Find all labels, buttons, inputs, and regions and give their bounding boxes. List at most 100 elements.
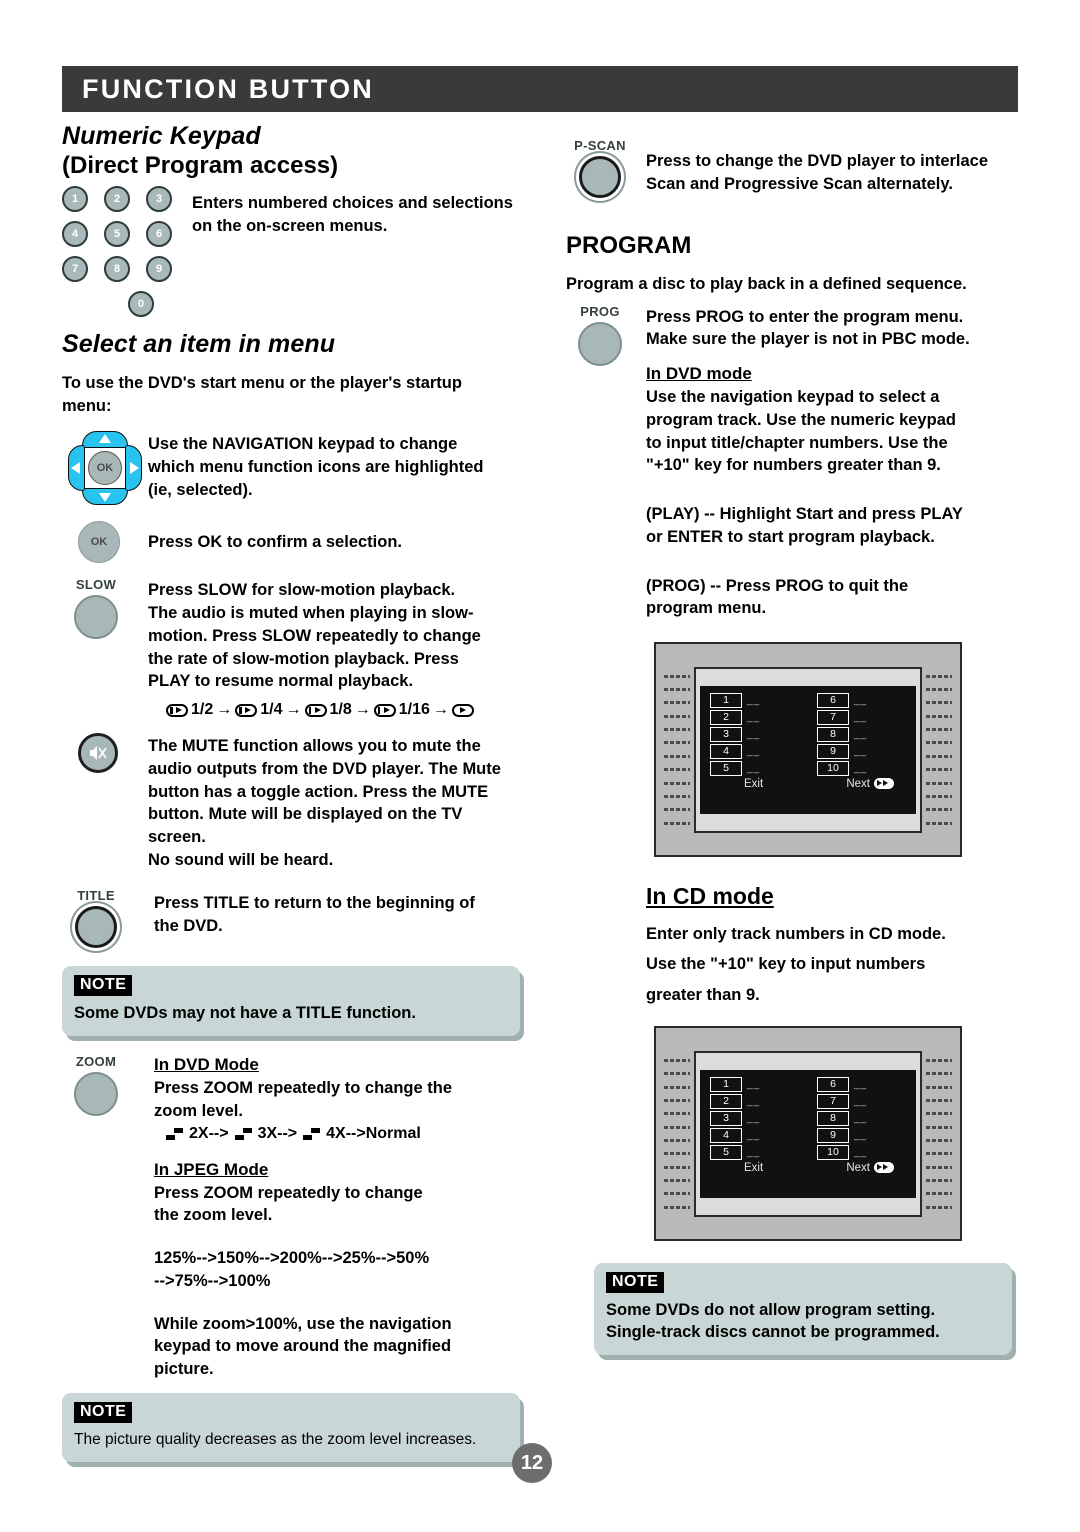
pscan-text-line1: Press to change the DVD player to interl… — [646, 152, 989, 170]
ok-button-icon: OK — [78, 521, 120, 564]
navigation-text-line2: which menu function icons are highlighte… — [148, 458, 484, 477]
program-dvd-line3: to input title/chapter numbers. Use the — [646, 433, 948, 452]
zoom-dvd-line1: Press ZOOM repeatedly to change the — [154, 1079, 452, 1098]
slow-rate-4: 1/16 — [398, 701, 430, 719]
mute-text-line4: button. Mute will be displayed on the TV — [148, 805, 463, 824]
slow-motion-icon-2 — [235, 703, 258, 717]
zoom-nav-line2: keypad to move around the magnified — [154, 1337, 452, 1356]
slot-value: __ — [747, 1112, 761, 1124]
navigation-text-line3: (ie, selected). — [148, 480, 253, 499]
ok-button-row: OK Press OK to confirm a selection. — [62, 521, 532, 564]
left-column: Numeric Keypad (Direct Program access) 1… — [62, 122, 532, 1463]
slow-rate-sequence: 1/2 → 1/4 → 1/8 → 1/16 → — [148, 701, 532, 719]
numeric-keypad-subheading: (Direct Program access) — [62, 151, 339, 179]
slot-value: __ — [747, 745, 761, 757]
program-quit-line1: (PROG) -- Press PROG to quit the — [646, 576, 909, 595]
slow-button-icon — [74, 595, 118, 640]
slow-button-label: SLOW — [75, 577, 117, 593]
program-slot: 8 __ — [817, 1110, 906, 1126]
slot-value: __ — [854, 1146, 868, 1158]
program-slot: 10 __ — [817, 760, 906, 776]
slow-text-line3: motion. Press SLOW repeatedly to change — [148, 626, 481, 645]
key-3: 3 — [146, 186, 172, 213]
mute-text-line1: The MUTE function allows you to mute the — [148, 737, 481, 756]
cd-mode-heading: In CD mode — [646, 883, 774, 910]
zoom-level-1: 2X--> — [189, 1124, 229, 1142]
slot-value: __ — [747, 1129, 761, 1141]
exit-label: Exit — [744, 777, 764, 790]
zoom-jpeg-heading: In JPEG Mode — [154, 1159, 269, 1179]
slot-number: 6 — [817, 692, 849, 708]
tv-speaker-left — [664, 674, 690, 825]
program-intro: Program a disc to play back in a defined… — [566, 274, 967, 293]
key-9: 9 — [146, 256, 172, 283]
slot-number: 7 — [817, 709, 849, 725]
next-control: Next — [846, 778, 894, 790]
zoom-nav-line3: picture. — [154, 1360, 214, 1379]
key-0: 0 — [128, 291, 154, 318]
tv-menu-footer: Exit Next — [710, 1160, 906, 1174]
slow-motion-icon-1 — [166, 703, 188, 717]
slot-number: 5 — [710, 1144, 742, 1160]
slow-rate-2: 1/4 — [260, 701, 283, 719]
fast-forward-icon — [874, 1162, 894, 1174]
slow-rate-3: 1/8 — [329, 701, 352, 719]
next-label: Next — [846, 1161, 870, 1174]
slow-text-line1: Press SLOW for slow-motion playback. — [148, 581, 456, 600]
title-button-label: TITLE — [77, 887, 115, 903]
program-dvd-line1: Use the navigation keypad to select a — [646, 388, 940, 407]
tv-bezel: 1 __ 6 __ 2 __ 7 __ 3 __ 8 __ 4 __ 9 __ 5 __ 10 __ — [694, 666, 922, 833]
tv-speaker-left — [664, 1058, 690, 1209]
tv-program-menu-diagram-cd: 1 __ 6 __ 2 __ 7 __ 3 __ 8 __ 4 __ 9 __ 5 __ 10 __ — [654, 1026, 962, 1242]
slow-text-line5: PLAY to resume normal playback. — [148, 672, 414, 691]
program-slot: 6 __ — [817, 692, 906, 708]
slot-number: 9 — [817, 1127, 849, 1143]
slot-value: __ — [854, 728, 868, 740]
prog-button-label: PROG — [580, 303, 620, 319]
title-button-icon — [75, 905, 117, 948]
slot-value: __ — [747, 1095, 761, 1107]
program-slot: 8 __ — [817, 726, 906, 742]
numeric-keypad-graphic: 1 2 3 4 5 6 7 8 9 0 — [62, 186, 182, 318]
program-slot: 9 __ — [817, 1127, 906, 1143]
note-badge: NOTE — [74, 974, 133, 996]
slot-value: __ — [854, 1112, 868, 1124]
select-item-intro-line1: To use the DVD's start menu or the playe… — [62, 373, 462, 392]
slot-value: __ — [854, 762, 868, 774]
zoom-button-icon — [74, 1072, 118, 1117]
slow-rate-1: 1/2 — [191, 701, 214, 719]
prog-text-line1: Press PROG to enter the program menu. — [646, 307, 964, 326]
prog-text-line2: Make sure the player is not in PBC mode. — [646, 330, 970, 349]
navigation-keypad-icon: OK — [68, 431, 142, 506]
program-slot: 1 __ — [710, 1076, 799, 1092]
mute-text-line2: audio outputs from the DVD player. The M… — [148, 759, 501, 778]
tv-speaker-right — [926, 1058, 952, 1209]
program-slot: 5 __ — [710, 760, 799, 776]
program-slot: 7 __ — [817, 1093, 906, 1109]
slot-value: __ — [854, 745, 868, 757]
slot-number: 9 — [817, 743, 849, 759]
key-6: 6 — [146, 221, 172, 248]
zoom-button-label: ZOOM — [75, 1054, 117, 1070]
prog-button-row: PROG Press PROG to enter the program men… — [566, 304, 1018, 621]
select-item-heading: Select an item in menu — [62, 330, 336, 359]
nav-ok-center: OK — [88, 451, 122, 486]
note-title-box: NOTE Some DVDs may not have a TITLE func… — [62, 965, 520, 1037]
numeric-keypad-heading: Numeric Keypad — [62, 122, 261, 150]
next-control: Next — [846, 1162, 894, 1174]
slow-motion-icon-4 — [373, 703, 396, 717]
program-slot: 9 __ — [817, 743, 906, 759]
slot-value: __ — [747, 694, 761, 706]
program-slot-grid: 1 __ 6 __ 2 __ 7 __ 3 __ 8 __ 4 __ 9 __ 5 __ 10 __ — [710, 1076, 906, 1160]
slot-number: 3 — [710, 726, 742, 742]
ok-button-text: Press OK to confirm a selection. — [148, 533, 402, 552]
manual-page: FUNCTION BUTTON Numeric Keypad (Direct P… — [0, 0, 1080, 1532]
zoom-jpeg-line2: the zoom level. — [154, 1206, 273, 1225]
slot-value: __ — [747, 762, 761, 774]
slot-number: 1 — [710, 692, 742, 708]
right-column: P-SCAN Press to change the DVD player to… — [566, 138, 1018, 1356]
nav-up-arrow-icon — [99, 434, 111, 444]
mute-text-line3: button has a toggle action. Press the MU… — [148, 782, 489, 801]
slot-number: 8 — [817, 1110, 849, 1126]
slow-arrow-3: → — [354, 701, 371, 719]
